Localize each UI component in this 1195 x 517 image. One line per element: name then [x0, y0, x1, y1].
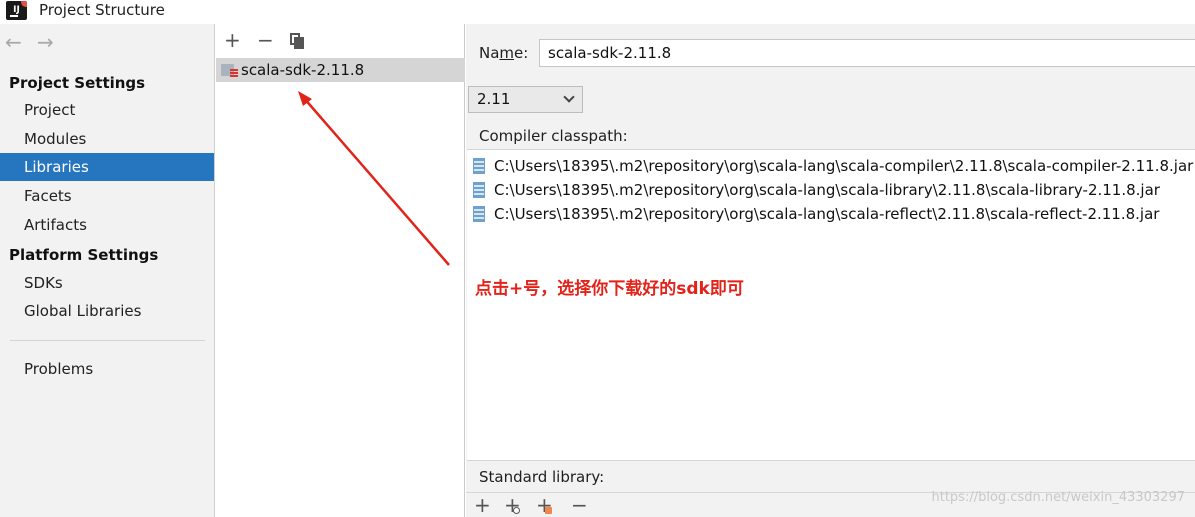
classpath-row[interactable]: C:\Users\18395\.m2\repository\org\scala-…	[467, 154, 1195, 178]
name-field[interactable]	[539, 39, 1195, 67]
sidebar-divider	[10, 340, 205, 341]
forward-arrow-icon[interactable]: →	[37, 30, 54, 54]
library-list-item[interactable]: scala-sdk-2.11.8	[216, 58, 465, 82]
chevron-down-icon	[563, 91, 575, 103]
classpath-row[interactable]: C:\Users\18395\.m2\repository\org\scala-…	[467, 178, 1195, 202]
add-icon[interactable]: +	[224, 28, 241, 52]
settings-sidebar: ← → Project Settings Project Modules Lib…	[0, 24, 215, 517]
library-folder-icon	[221, 62, 238, 78]
library-list-toolbar: + −	[216, 24, 465, 56]
compiler-classpath-label: Compiler classpath:	[479, 127, 628, 145]
classpath-entry: C:\Users\18395\.m2\repository\org\scala-…	[494, 157, 1194, 175]
sidebar-item-global-libraries[interactable]: Global Libraries	[0, 297, 214, 325]
library-details-panel: Name: 2.11 Compiler classpath: C:\Users\…	[466, 24, 1195, 517]
title-bar: IJ Project Structure	[0, 0, 1195, 24]
copy-icon[interactable]	[290, 33, 304, 49]
classpath-entry: C:\Users\18395\.m2\repository\org\scala-…	[494, 205, 1160, 223]
sidebar-item-problems[interactable]: Problems	[0, 355, 214, 383]
standard-library-label: Standard library:	[479, 468, 605, 486]
jar-file-icon	[473, 182, 485, 198]
intellij-logo-icon: IJ	[6, 1, 27, 20]
sidebar-item-libraries[interactable]: Libraries	[0, 153, 214, 181]
project-settings-header: Project Settings	[9, 74, 146, 92]
watermark: https://blog.csdn.net/weixin_43303297	[931, 490, 1185, 505]
platform-settings-header: Platform Settings	[9, 246, 159, 264]
sidebar-item-sdks[interactable]: SDKs	[0, 269, 214, 297]
compiler-classpath-list[interactable]: C:\Users\18395\.m2\repository\org\scala-…	[467, 149, 1195, 461]
add-directory-icon[interactable]: +	[536, 494, 553, 516]
sidebar-item-project[interactable]: Project	[0, 96, 214, 124]
scala-version-select[interactable]: 2.11	[468, 86, 583, 113]
library-name: scala-sdk-2.11.8	[241, 61, 365, 79]
jar-file-icon	[473, 206, 485, 222]
back-arrow-icon[interactable]: ←	[5, 30, 22, 54]
name-label: Name:	[479, 44, 529, 62]
jar-file-icon	[473, 158, 485, 174]
window-title: Project Structure	[39, 1, 165, 19]
sidebar-item-facets[interactable]: Facets	[0, 182, 214, 210]
annotation-text: 点击+号，选择你下载好的sdk即可	[475, 279, 744, 299]
scala-version-value: 2.11	[477, 90, 511, 108]
sidebar-item-artifacts[interactable]: Artifacts	[0, 211, 214, 239]
remove-icon[interactable]: −	[257, 28, 274, 52]
classpath-row[interactable]: C:\Users\18395\.m2\repository\org\scala-…	[467, 202, 1195, 226]
add-from-maven-icon[interactable]: +	[504, 494, 521, 516]
sidebar-item-modules[interactable]: Modules	[0, 125, 214, 153]
add-icon[interactable]: +	[474, 494, 491, 516]
remove-icon[interactable]: −	[571, 494, 588, 516]
library-list-panel: + − scala-sdk-2.11.8	[216, 24, 465, 517]
classpath-entry: C:\Users\18395\.m2\repository\org\scala-…	[494, 181, 1160, 199]
logo-text: IJ	[13, 5, 20, 15]
